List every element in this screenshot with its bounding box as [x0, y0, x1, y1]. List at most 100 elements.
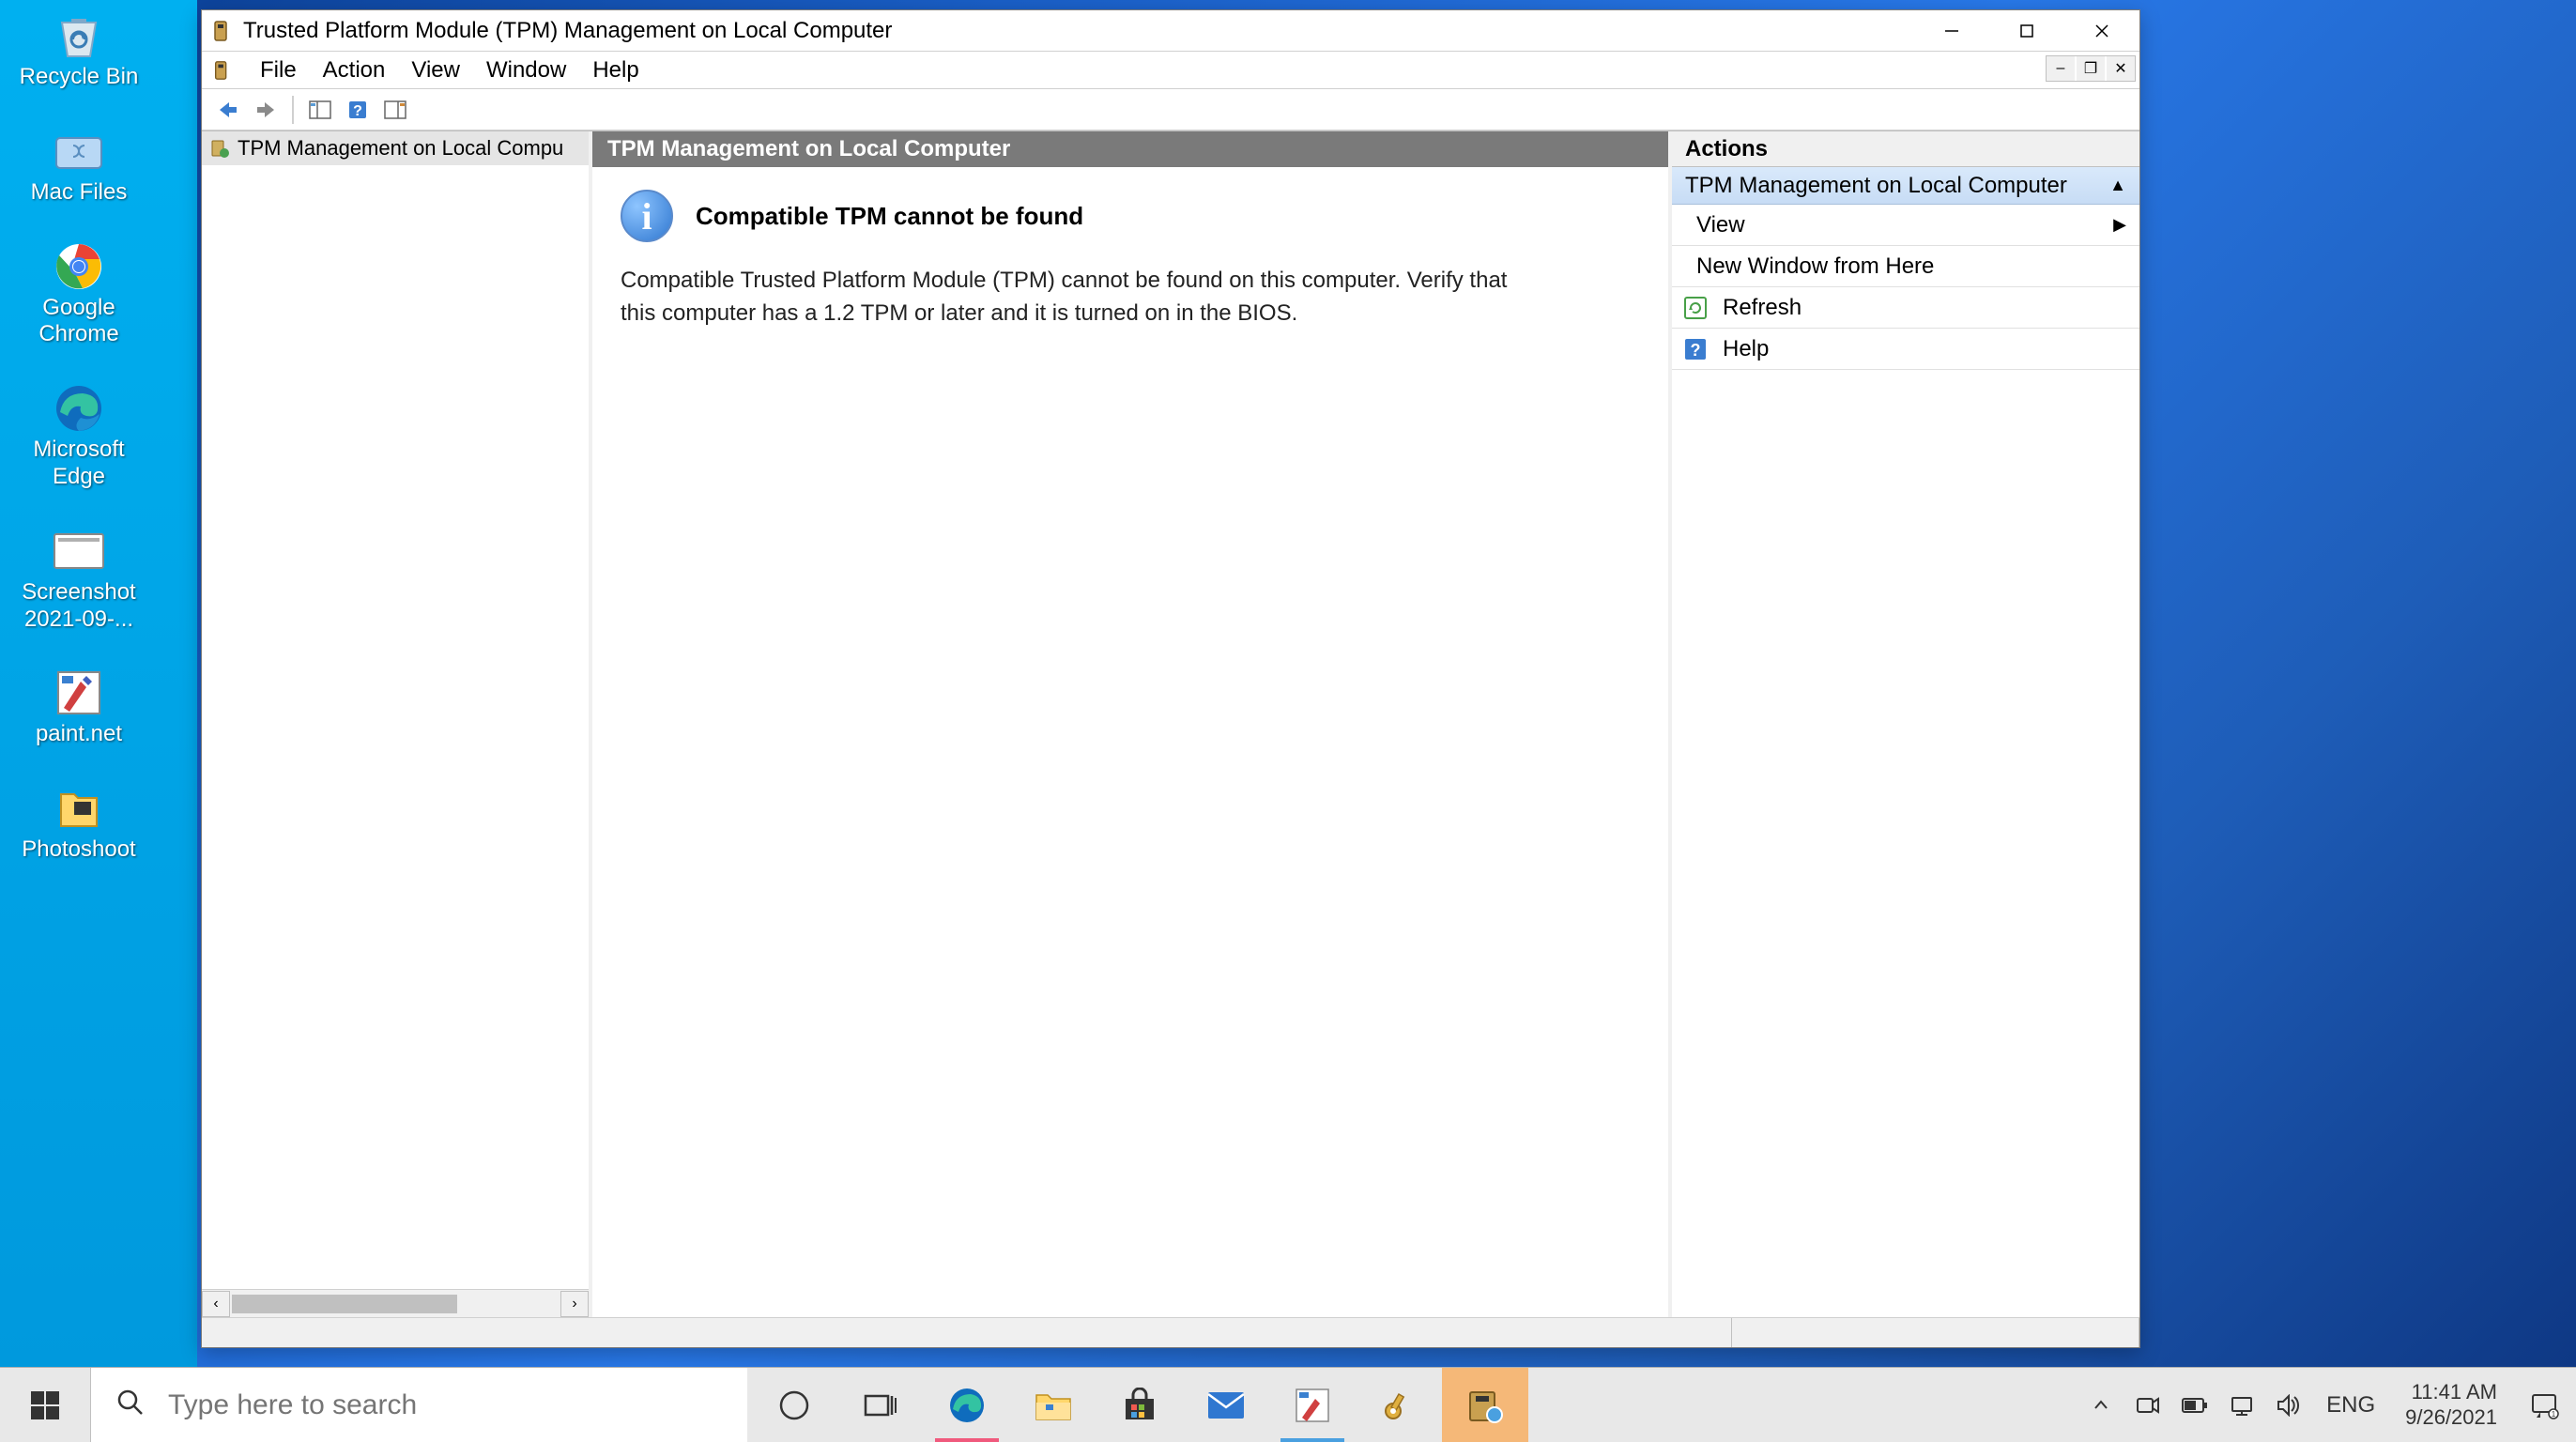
menu-help[interactable]: Help [579, 54, 652, 87]
desktop-icon-mac-files[interactable]: Mac Files [4, 123, 154, 210]
scroll-left-button[interactable]: ‹ [202, 1291, 230, 1317]
task-paint-net[interactable] [1269, 1368, 1356, 1442]
tree-item-label: TPM Management on Local Compu [238, 136, 563, 161]
task-file-explorer[interactable] [1010, 1368, 1096, 1442]
tray-battery-icon[interactable] [2178, 1388, 2212, 1422]
console-tree-pane: TPM Management on Local Compu ‹ › [202, 131, 592, 1317]
show-hide-tree-button[interactable] [303, 94, 337, 126]
mdi-restore-button[interactable]: ❐ [2077, 56, 2105, 81]
close-button[interactable] [2064, 10, 2139, 51]
desktop-icon-screenshot[interactable]: Screenshot 2021-09-... [4, 523, 154, 637]
action-help[interactable]: ? Help [1672, 329, 2139, 370]
desktop-icon-label: Mac Files [31, 179, 128, 207]
toolbar-separator [292, 96, 294, 124]
desktop-icon-microsoft-edge[interactable]: Microsoft Edge [4, 380, 154, 495]
action-label: View [1696, 212, 1745, 238]
tray-date: 9/26/2021 [2405, 1405, 2497, 1430]
chrome-icon [49, 242, 109, 291]
task-tpm-key[interactable] [1356, 1368, 1442, 1442]
tpm-app-icon [209, 18, 236, 44]
tray-volume-icon[interactable] [2272, 1388, 2306, 1422]
forward-button[interactable] [249, 94, 283, 126]
tree-item-tpm-root[interactable]: TPM Management on Local Compu [202, 131, 589, 165]
actions-group-tpm[interactable]: TPM Management on Local Computer ▲ [1672, 167, 2139, 205]
taskbar-search[interactable] [90, 1368, 747, 1442]
menu-view[interactable]: View [398, 54, 473, 87]
statusbar-segment [202, 1318, 1732, 1347]
search-input[interactable] [168, 1389, 747, 1421]
edge-icon [49, 384, 109, 433]
desktop-icon-label: Recycle Bin [20, 64, 139, 91]
desktop-icon-photoshoot[interactable]: Photoshoot [4, 780, 154, 867]
desktop-icon-label: Photoshoot [22, 836, 135, 864]
info-text: Compatible Trusted Platform Module (TPM)… [621, 265, 1541, 330]
tpm-app-icon [209, 57, 236, 84]
start-button[interactable] [0, 1368, 90, 1442]
toolbar: ? [202, 89, 2139, 130]
content-header: TPM Management on Local Computer [592, 131, 1668, 167]
desktop: Recycle Bin Mac Files Google Chrome Micr… [0, 0, 2576, 1442]
taskbar-pinned [751, 1368, 1528, 1442]
statusbar [202, 1317, 2139, 1347]
task-tpm-mmc[interactable] [1442, 1368, 1528, 1442]
svg-text:?: ? [353, 103, 362, 119]
task-edge[interactable] [924, 1368, 1010, 1442]
mdi-minimize-button[interactable]: – [2047, 56, 2075, 81]
minimize-button[interactable] [1914, 10, 1989, 51]
image-file-icon [49, 527, 109, 575]
desktop-icons-container: Recycle Bin Mac Files Google Chrome Micr… [4, 8, 154, 867]
task-mail[interactable] [1183, 1368, 1269, 1442]
window-title: Trusted Platform Module (TPM) Management… [243, 18, 1914, 44]
titlebar[interactable]: Trusted Platform Module (TPM) Management… [202, 10, 2139, 52]
task-cortana[interactable] [751, 1368, 837, 1442]
action-view[interactable]: View ▶ [1672, 205, 2139, 246]
menu-file[interactable]: File [247, 54, 310, 87]
menu-action[interactable]: Action [310, 54, 399, 87]
svg-text:?: ? [1691, 341, 1701, 360]
collapse-chevron-icon: ▲ [2109, 176, 2126, 195]
desktop-icon-paint-net[interactable]: paint.net [4, 665, 154, 752]
tray-meet-now-icon[interactable] [2131, 1388, 2165, 1422]
tray-overflow-button[interactable] [2084, 1388, 2118, 1422]
content-body: i Compatible TPM cannot be found Compati… [592, 167, 1668, 1317]
task-store[interactable] [1096, 1368, 1183, 1442]
task-taskview[interactable] [837, 1368, 924, 1442]
scroll-right-button[interactable]: › [560, 1291, 589, 1317]
help-toolbar-button[interactable]: ? [341, 94, 375, 126]
system-tray: ENG 11:41 AM 9/26/2021 1 [2084, 1368, 2576, 1442]
desktop-icon-label: Microsoft Edge [8, 437, 149, 491]
action-new-window[interactable]: New Window from Here [1672, 246, 2139, 287]
taskbar: ENG 11:41 AM 9/26/2021 1 [0, 1367, 2576, 1442]
mdi-doc-controls: – ❐ ✕ [2046, 55, 2136, 82]
scroll-thumb[interactable] [232, 1295, 457, 1313]
tpm-node-icon [207, 136, 232, 161]
tpm-mmc-window: Trusted Platform Module (TPM) Management… [201, 9, 2140, 1348]
show-hide-action-button[interactable] [378, 94, 412, 126]
help-icon: ? [1681, 335, 1710, 363]
tray-clock[interactable]: 11:41 AM 9/26/2021 [2396, 1380, 2507, 1430]
desktop-icon-google-chrome[interactable]: Google Chrome [4, 238, 154, 353]
scroll-track[interactable] [230, 1291, 560, 1317]
actions-group-label: TPM Management on Local Computer [1685, 173, 2067, 199]
menubar: File Action View Window Help – ❐ ✕ [202, 52, 2139, 89]
tray-language[interactable]: ENG [2319, 1392, 2383, 1419]
info-row: i Compatible TPM cannot be found [621, 190, 1640, 242]
tray-network-icon[interactable] [2225, 1388, 2259, 1422]
action-refresh[interactable]: Refresh [1672, 287, 2139, 329]
mdi-close-button[interactable]: ✕ [2107, 56, 2135, 81]
action-label: Help [1723, 336, 1769, 362]
desktop-icon-label: Google Chrome [8, 295, 149, 349]
action-label: Refresh [1723, 295, 1802, 321]
desktop-icon-label: paint.net [36, 721, 122, 748]
paint-net-icon [49, 668, 109, 717]
menu-window[interactable]: Window [473, 54, 579, 87]
action-label: New Window from Here [1696, 253, 1934, 280]
tray-action-center[interactable]: 1 [2520, 1368, 2568, 1442]
maximize-button[interactable] [1989, 10, 2064, 51]
content-pane: TPM Management on Local Computer i Compa… [592, 131, 1672, 1317]
tray-time: 11:41 AM [2412, 1380, 2497, 1404]
window-controls [1914, 10, 2139, 51]
back-button[interactable] [211, 94, 245, 126]
desktop-icon-recycle-bin[interactable]: Recycle Bin [4, 8, 154, 95]
info-title: Compatible TPM cannot be found [696, 202, 1083, 231]
